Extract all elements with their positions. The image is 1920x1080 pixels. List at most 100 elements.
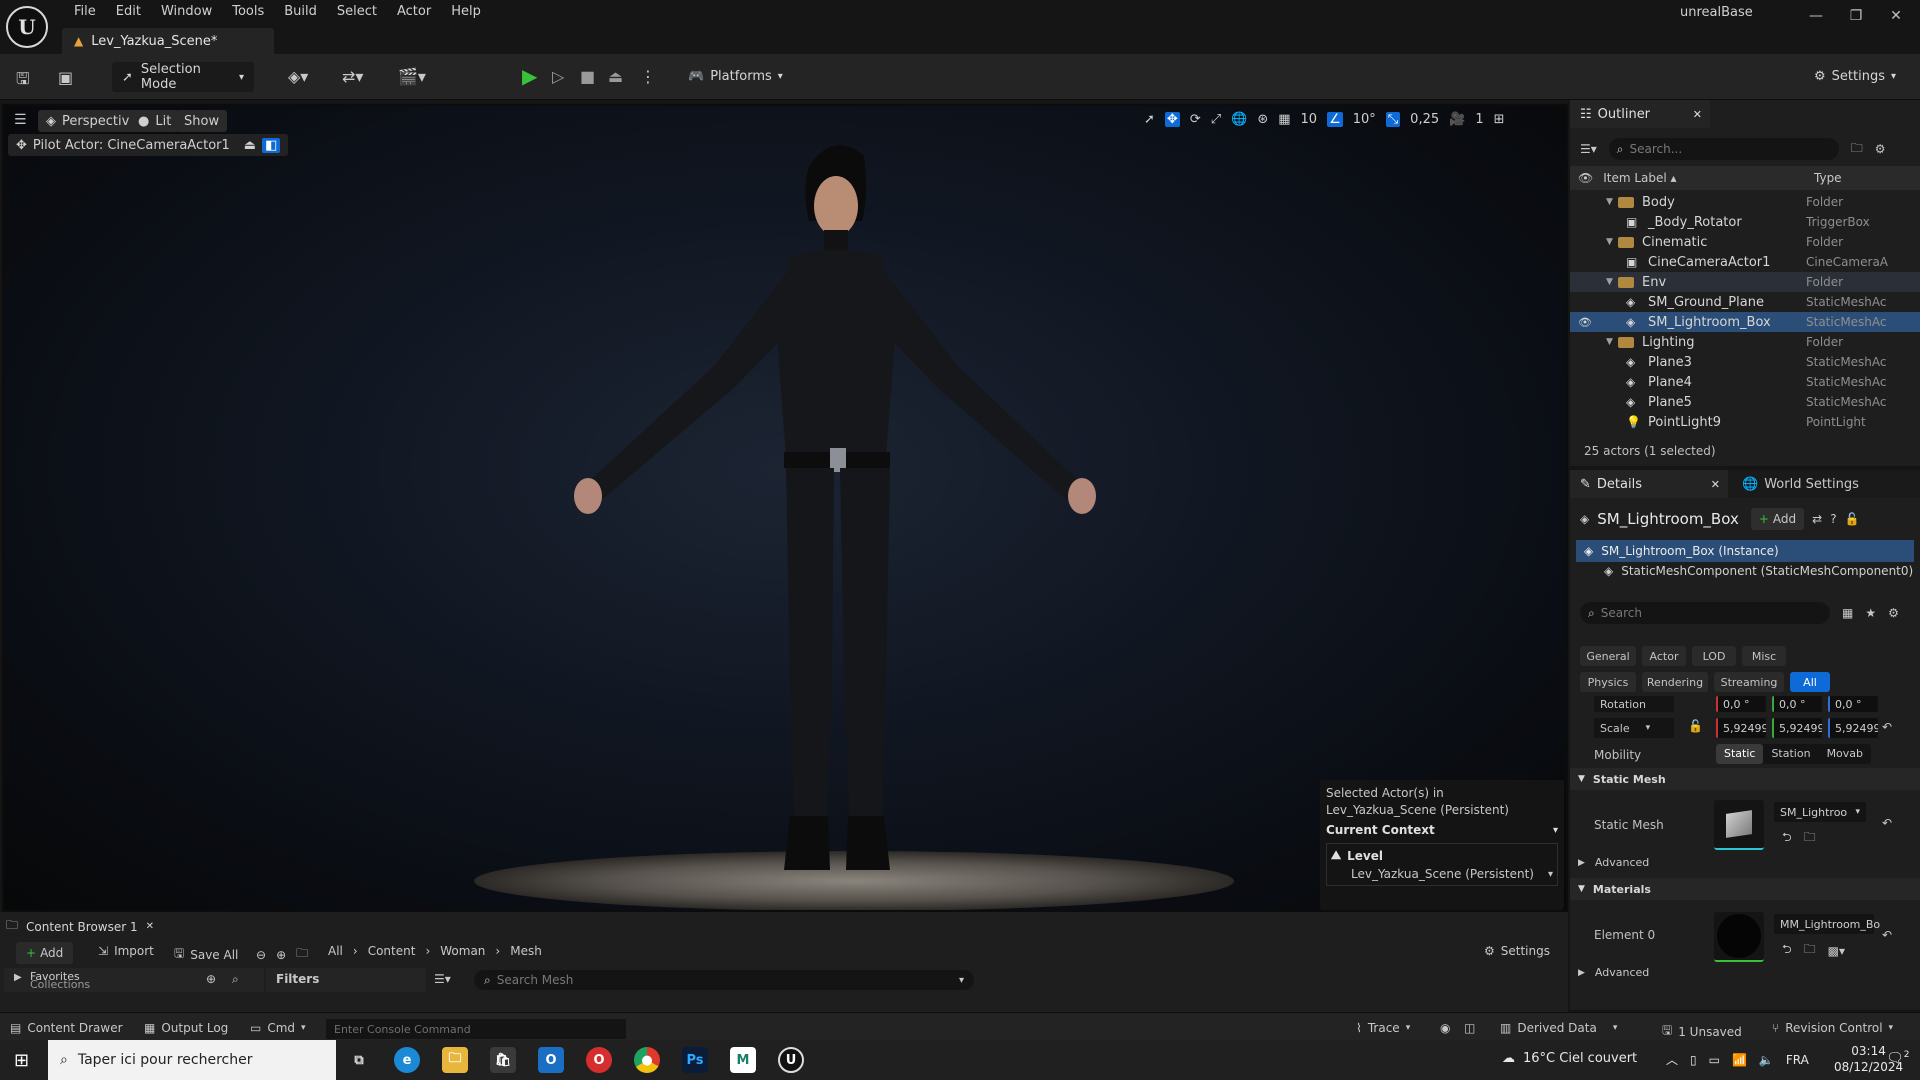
console-input[interactable]: Enter Console Command [326, 1019, 626, 1039]
scale-field-z[interactable]: 5,92499 [1828, 718, 1878, 738]
chrome-icon[interactable]: ● [634, 1047, 660, 1073]
rotation-field-y[interactable]: 0,0 ° [1772, 696, 1822, 712]
scale-field-y[interactable]: 5,92499 [1772, 718, 1822, 738]
close-tab-icon[interactable]: ✕ [1693, 108, 1702, 121]
category-streaming[interactable]: Streaming [1714, 672, 1784, 692]
filters-label[interactable]: Filters [266, 968, 426, 992]
output-log-button[interactable]: ▦ Output Log [144, 1021, 228, 1035]
forward-icon[interactable]: ⊕ [276, 948, 286, 962]
item-label-column[interactable]: Item Label ▴ [1603, 171, 1676, 185]
content-browser-icon[interactable]: ▣ [58, 68, 73, 87]
category-general[interactable]: General [1580, 646, 1636, 666]
camera-speed-icon[interactable]: 🎥 [1449, 112, 1465, 127]
materials-section-header[interactable]: ▼ Materials [1570, 878, 1920, 900]
marvelous-icon[interactable]: M [730, 1047, 756, 1073]
outliner-row[interactable]: 💡 PointLight9 PointLight [1570, 412, 1920, 432]
tray-chevron-icon[interactable]: ︿ [1666, 1051, 1678, 1068]
play-icon[interactable]: ▶ [522, 64, 537, 88]
rotation-snap-icon[interactable]: ∠ [1327, 112, 1343, 127]
level-viewport[interactable]: ☰ ◈ Perspective ● Lit Show ✥ Pilot Actor… [2, 104, 1568, 912]
category-actor[interactable]: Actor [1642, 646, 1686, 666]
filter-icon[interactable]: ☰▾ [1580, 142, 1597, 156]
eject-icon[interactable]: ⏏ [608, 67, 623, 86]
battery-icon[interactable]: ▭ [1709, 1053, 1720, 1067]
opera-icon[interactable]: O [586, 1047, 612, 1073]
use-selected-icon[interactable]: ⮌ [1782, 940, 1792, 961]
outliner-row[interactable]: ▣ _Body_Rotator TriggerBox [1570, 212, 1920, 232]
minimize-button[interactable]: — [1796, 4, 1836, 28]
menu-tools[interactable]: Tools [222, 2, 274, 22]
camera-speed-value[interactable]: 1 [1475, 112, 1483, 127]
rotation-field-x[interactable]: 0,0 ° [1716, 696, 1766, 712]
menu-file[interactable]: File [64, 2, 106, 22]
close-window-button[interactable]: ✕ [1876, 4, 1916, 28]
material-dropdown[interactable]: MM_Lightroom_Bo [1774, 914, 1880, 934]
actor-instance-row[interactable]: ◈ SM_Lightroom_Box (Instance) [1576, 540, 1914, 562]
derived-data-dropdown[interactable]: ▥ Derived Data ▾ [1500, 1021, 1617, 1035]
expand-chevron-icon[interactable]: ▼ [1606, 197, 1618, 207]
grid-snap-icon[interactable]: ▦ [1278, 112, 1290, 127]
category-misc[interactable]: Misc [1742, 646, 1786, 666]
outliner-tab[interactable]: ☷ Outliner ✕ [1570, 100, 1710, 128]
content-settings-button[interactable]: ⚙ Settings [1484, 944, 1550, 958]
record-icon[interactable]: ◉ [1440, 1021, 1450, 1035]
language-indicator[interactable]: FRA [1786, 1053, 1809, 1067]
reset-material-icon[interactable]: ↶ [1882, 928, 1892, 942]
menu-help[interactable]: Help [441, 2, 491, 22]
outliner-row[interactable]: ▼ Lighting Folder [1570, 332, 1920, 352]
outliner-search-input[interactable]: ⌕ Search... [1608, 138, 1839, 160]
scale-dropdown[interactable]: Scale ▾ [1594, 718, 1674, 738]
category-all[interactable]: All [1790, 672, 1830, 692]
rotation-field-z[interactable]: 0,0 ° [1828, 696, 1878, 712]
grid-snap-value[interactable]: 10 [1301, 112, 1318, 127]
settings-dropdown[interactable]: ⚙ Settings ▾ [1814, 69, 1896, 84]
unsaved-button[interactable]: 🖫 1 Unsaved [1662, 1021, 1742, 1042]
cmd-dropdown[interactable]: ▭ Cmd ▾ [250, 1021, 306, 1035]
lock-icon[interactable]: 🔓 [1845, 512, 1860, 526]
breadcrumb-item[interactable]: Woman [440, 944, 485, 958]
outliner-row[interactable]: 👁 ◈ SM_Lightroom_Box StaticMeshAc [1570, 312, 1920, 332]
lock-camera-icon[interactable]: ◧ [262, 137, 281, 153]
add-component-button[interactable]: + Add [1750, 508, 1805, 530]
rotation-snap-value[interactable]: 10° [1353, 112, 1376, 127]
blueprint-convert-icon[interactable]: ⇄ [1812, 512, 1822, 526]
menu-edit[interactable]: Edit [106, 2, 151, 22]
expand-chevron-icon[interactable]: ▼ [1606, 277, 1618, 287]
step-icon[interactable]: ▷ [552, 67, 564, 86]
breadcrumb-item[interactable]: Content [368, 944, 416, 958]
mobility-option-static[interactable]: Static [1716, 744, 1764, 764]
expand-chevron-icon[interactable]: ▼ [1606, 237, 1618, 247]
selection-mode-dropdown[interactable]: ➚ Selection Mode ▾ [112, 62, 254, 92]
expand-chevron-icon[interactable]: ▼ [1606, 337, 1618, 347]
revision-control-dropdown[interactable]: ⑂ Revision Control ▾ [1772, 1021, 1893, 1035]
content-add-button[interactable]: + Add [16, 942, 74, 964]
screenshot-icon[interactable]: ◫ [1464, 1021, 1475, 1035]
store-icon[interactable]: 🛍 [490, 1047, 516, 1073]
level-document-tab[interactable]: ▲ Lev_Yazkua_Scene* [62, 28, 274, 54]
content-browser-tab[interactable]: 🗀 Content Browser 1 ✕ [6, 916, 154, 937]
windows-start-icon[interactable]: ⊞ [14, 1050, 29, 1071]
scale-field-x[interactable]: 5,92499 [1716, 718, 1766, 738]
notifications-icon[interactable]: 🗨2 [1886, 1050, 1910, 1067]
rotate-tool-icon[interactable]: ⟳ [1190, 112, 1201, 127]
details-settings-icon[interactable]: ⚙ [1888, 606, 1899, 620]
outliner-row[interactable]: ▼ Cinematic Folder [1570, 232, 1920, 252]
scale-snap-value[interactable]: 0,25 [1410, 112, 1439, 127]
add-collection-icon[interactable]: ⊕ [206, 972, 216, 986]
filter-dropdown-icon[interactable]: ☰▾ [434, 972, 451, 986]
details-search-input[interactable]: ⌕ Search [1580, 602, 1830, 624]
current-context-header[interactable]: Current Context ▾ [1326, 823, 1558, 837]
use-selected-icon[interactable]: ⮌ [1782, 828, 1792, 849]
view-mode-dropdown[interactable]: ● Lit [130, 110, 180, 132]
outliner-row[interactable]: ▼ Body Folder [1570, 192, 1920, 212]
mobility-option-station[interactable]: Station [1763, 744, 1818, 764]
add-folder-icon[interactable]: 🗀 [1851, 139, 1863, 160]
menu-select[interactable]: Select [327, 2, 387, 22]
static-mesh-thumbnail[interactable] [1714, 800, 1764, 850]
more-options-icon[interactable]: ⋮ [640, 67, 656, 86]
scale-snap-icon[interactable]: ⤡ [1385, 112, 1401, 127]
close-tab-icon[interactable]: ✕ [146, 921, 154, 932]
scale-lock-icon[interactable]: 🔓 [1688, 719, 1703, 733]
outliner-row[interactable]: ◈ Plane4 StaticMeshAc [1570, 372, 1920, 392]
weather-widget[interactable]: ☁ 16°C Ciel couvert [1502, 1051, 1637, 1066]
